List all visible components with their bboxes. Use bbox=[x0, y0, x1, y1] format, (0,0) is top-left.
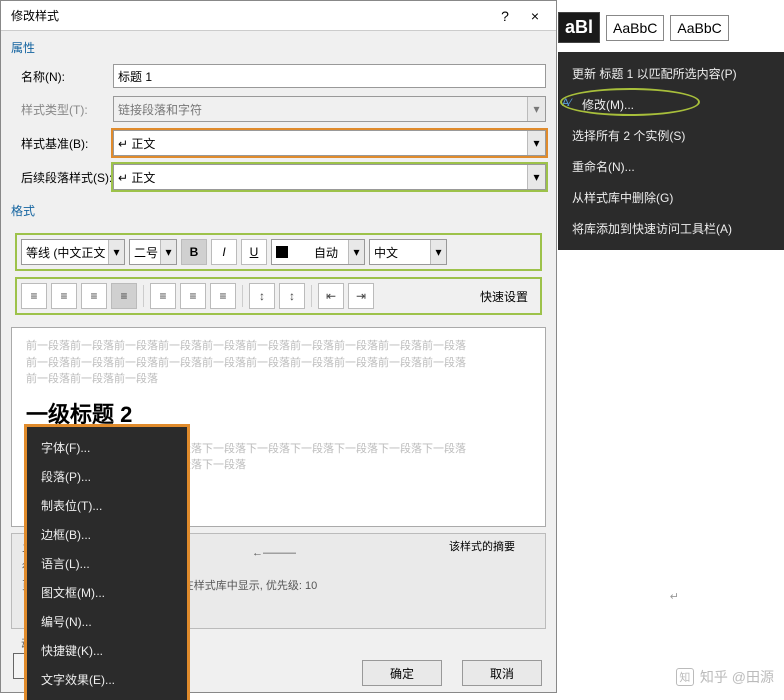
menu-item-shortcut[interactable]: 快捷键(K)... bbox=[27, 636, 187, 665]
format-context-menu: 字体(F)... 段落(P)... 制表位(T)... 边框(B)... 语言(… bbox=[27, 427, 187, 700]
para-space-dec-button[interactable]: ↕ bbox=[279, 283, 305, 309]
chevron-down-icon[interactable]: ▾ bbox=[160, 240, 176, 264]
line-spacing-15-button[interactable]: ≡ bbox=[180, 283, 206, 309]
name-label: 名称(N): bbox=[11, 68, 113, 85]
underline-button[interactable]: U bbox=[241, 239, 267, 265]
lang-select[interactable]: 中文▾ bbox=[369, 239, 447, 265]
help-button[interactable]: ? bbox=[490, 1, 520, 31]
style-chip-heading1[interactable]: aBl bbox=[558, 12, 600, 43]
close-button[interactable]: × bbox=[520, 1, 550, 31]
align-right-button[interactable]: ≡ bbox=[81, 283, 107, 309]
align-left-button[interactable]: ≡ bbox=[21, 283, 47, 309]
align-center-button[interactable]: ≡ bbox=[51, 283, 77, 309]
dialog-footer: 确定 取消 bbox=[362, 660, 542, 686]
menu-item-tabs[interactable]: 制表位(T)... bbox=[27, 491, 187, 520]
menu-item-numbering[interactable]: 编号(N)... bbox=[27, 607, 187, 636]
menu-add-qat[interactable]: 将库添加到快速访问工具栏(A) bbox=[558, 213, 784, 244]
menu-item-font[interactable]: 字体(F)... bbox=[27, 433, 187, 462]
based-select[interactable]: ↵ 正文 ▾ bbox=[113, 130, 546, 156]
bold-button[interactable]: B bbox=[181, 239, 207, 265]
font-family-select[interactable]: 等线 (中文正文▾ bbox=[21, 239, 125, 265]
based-label: 样式基准(B): bbox=[11, 135, 113, 152]
section-format: 格式 bbox=[1, 194, 556, 223]
indent-inc-button[interactable]: ⇥ bbox=[348, 283, 374, 309]
menu-item-texteffect[interactable]: 文字效果(E)... bbox=[27, 665, 187, 694]
follow-select[interactable]: ↵ 正文 ▾ bbox=[113, 164, 546, 190]
style-chip-list[interactable]: AaBbC bbox=[670, 15, 728, 41]
chevron-down-icon[interactable]: ▾ bbox=[348, 240, 364, 264]
style-context-menu: 更新 标题 1 以匹配所选内容(P) A⁄修改(M)... 选择所有 2 个实例… bbox=[558, 52, 784, 250]
menu-item-border[interactable]: 边框(B)... bbox=[27, 520, 187, 549]
summary-annotation: 该样式的摘要 bbox=[449, 538, 515, 557]
menu-item-paragraph[interactable]: 段落(P)... bbox=[27, 462, 187, 491]
name-input[interactable]: 标题 1 bbox=[113, 64, 546, 88]
indent-dec-button[interactable]: ⇤ bbox=[318, 283, 344, 309]
chevron-down-icon[interactable]: ▾ bbox=[527, 131, 545, 155]
type-select: 链接段落和字符 ▾ bbox=[113, 96, 546, 122]
quick-settings-label[interactable]: 快速设置 bbox=[472, 288, 536, 305]
section-attributes: 属性 bbox=[1, 31, 556, 60]
menu-rename[interactable]: 重命名(N)... bbox=[558, 151, 784, 182]
cancel-button[interactable]: 取消 bbox=[462, 660, 542, 686]
format-toolbar-2: ≡ ≡ ≡ ≡ ≡ ≡ ≡ ↕ ↕ ⇤ ⇥ 快速设置 bbox=[15, 277, 542, 315]
titlebar: 修改样式 ? × bbox=[1, 1, 556, 31]
type-label: 样式类型(T): bbox=[11, 101, 113, 118]
menu-update-match[interactable]: 更新 标题 1 以匹配所选内容(P) bbox=[558, 58, 784, 89]
pilcrow-icon: ↵ bbox=[670, 590, 679, 603]
watermark: 知 知乎 @田源 bbox=[676, 667, 774, 687]
style-gallery: aBl AaBbC AaBbC bbox=[558, 12, 729, 43]
menu-item-language[interactable]: 语言(L)... bbox=[27, 549, 187, 578]
font-color-select[interactable]: 自动▾ bbox=[271, 239, 365, 265]
ok-button[interactable]: 确定 bbox=[362, 660, 442, 686]
chevron-down-icon[interactable]: ▾ bbox=[527, 165, 545, 189]
para-space-inc-button[interactable]: ↕ bbox=[249, 283, 275, 309]
menu-select-all[interactable]: 选择所有 2 个实例(S) bbox=[558, 120, 784, 151]
format-toolbar-1: 等线 (中文正文▾ 二号▾ B I U 自动▾ 中文▾ bbox=[15, 233, 542, 271]
preview-heading: 一级标题 2 bbox=[26, 398, 531, 431]
follow-label: 后续段落样式(S): bbox=[11, 169, 113, 186]
chevron-down-icon[interactable]: ▾ bbox=[108, 240, 124, 264]
dialog-title: 修改样式 bbox=[7, 7, 490, 24]
chevron-down-icon[interactable]: ▾ bbox=[430, 240, 446, 264]
font-size-select[interactable]: 二号▾ bbox=[129, 239, 177, 265]
menu-modify[interactable]: A⁄修改(M)... bbox=[558, 89, 784, 120]
chevron-down-icon: ▾ bbox=[527, 97, 545, 121]
align-justify-button[interactable]: ≡ bbox=[111, 283, 137, 309]
menu-item-frame[interactable]: 图文框(M)... bbox=[27, 578, 187, 607]
a-icon: A⁄ bbox=[562, 97, 571, 109]
menu-remove-gallery[interactable]: 从样式库中删除(G) bbox=[558, 182, 784, 213]
style-chip-normal[interactable]: AaBbC bbox=[606, 15, 664, 41]
italic-button[interactable]: I bbox=[211, 239, 237, 265]
arrow-icon: ←——— bbox=[252, 544, 296, 563]
zhihu-icon: 知 bbox=[676, 668, 694, 686]
line-spacing-2-button[interactable]: ≡ bbox=[210, 283, 236, 309]
line-spacing-1-button[interactable]: ≡ bbox=[150, 283, 176, 309]
